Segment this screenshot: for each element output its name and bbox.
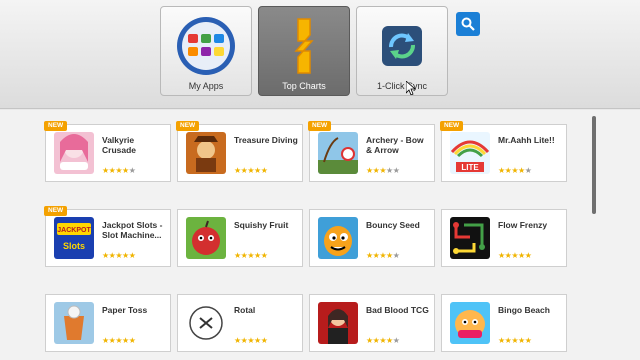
tab-label: Top Charts [282, 81, 326, 91]
app-name: Archery - Bow & Arrow [366, 135, 424, 155]
app-name: Rotal [234, 305, 256, 315]
rating-stars: ★★★★★ [102, 166, 136, 175]
top-navigation-bar: My Apps Top Charts 1-Click Sync [0, 0, 640, 109]
sync-icon [357, 25, 447, 67]
search-icon [461, 17, 475, 31]
app-thumbnail [318, 217, 358, 259]
app-name: Flow Frenzy [498, 220, 548, 230]
app-card-archery[interactable]: NEW Archery - Bow & Arrow ★★★★★ [308, 121, 435, 182]
app-thumbnail [450, 302, 490, 344]
rating-stars: ★★★★★ [366, 166, 400, 175]
app-card-squishy-fruit[interactable]: Squishy Fruit ★★★★★ [177, 209, 303, 267]
app-thumbnail: JACKPOT Slots [54, 217, 94, 259]
app-card-bad-blood-tcg[interactable]: Bad Blood TCG ★★★★★ [309, 294, 435, 352]
tab-top-charts[interactable]: Top Charts [258, 6, 350, 96]
app-name: Bouncy Seed [366, 220, 420, 230]
tab-my-apps[interactable]: My Apps [160, 6, 252, 96]
svg-text:Slots: Slots [63, 241, 85, 251]
new-badge: NEW [176, 121, 200, 131]
rating-stars: ★★★★★ [234, 251, 268, 260]
new-badge: NEW [440, 121, 464, 131]
rating-stars: ★★★★★ [102, 336, 136, 345]
app-card-treasure-diving[interactable]: NEW Treasure Diving ★★★★★ [176, 121, 303, 182]
tab-label: My Apps [188, 81, 224, 91]
tab-label: 1-Click Sync [376, 81, 427, 91]
app-name: Jackpot Slots - Slot Machine... [102, 220, 163, 240]
app-thumbnail: LITE [450, 132, 490, 174]
app-thumbnail [450, 217, 490, 259]
app-name: Treasure Diving [234, 135, 298, 145]
svg-text:JACKPOT: JACKPOT [57, 227, 91, 234]
new-badge: NEW [308, 121, 332, 131]
app-thumbnail [54, 302, 94, 344]
rating-stars: ★★★★★ [234, 166, 268, 175]
mouse-pointer-icon [406, 81, 416, 95]
grid-apps-icon [161, 15, 251, 77]
app-card-paper-toss[interactable]: Paper Toss ★★★★★ [45, 294, 171, 352]
rating-stars: ★★★★★ [498, 336, 532, 345]
rating-stars: ★★★★★ [102, 251, 136, 260]
rating-stars: ★★★★★ [498, 166, 532, 175]
new-badge: NEW [44, 121, 68, 131]
top-charts-icon [259, 15, 349, 77]
tab-one-click-sync[interactable]: 1-Click Sync [356, 6, 448, 96]
app-card-jackpot-slots[interactable]: JACKPOT Slots NEW Jackpot Slots - Slot Ma… [44, 206, 171, 267]
new-badge: NEW [44, 206, 68, 216]
app-thumbnail [54, 132, 94, 174]
app-card-valkyrie-crusade[interactable]: NEW Valkyrie Crusade ★★★★★ [44, 121, 171, 182]
app-name: Valkyrie Crusade [102, 135, 137, 155]
rating-stars: ★★★★★ [366, 336, 400, 345]
rating-stars: ★★★★★ [234, 336, 268, 345]
app-card-bingo-beach[interactable]: Bingo Beach ★★★★★ [441, 294, 567, 352]
app-thumbnail [186, 132, 226, 174]
app-name: Mr.Aahh Lite!! [498, 135, 555, 145]
app-name: Paper Toss [102, 305, 148, 315]
rating-stars: ★★★★★ [366, 251, 400, 260]
app-thumbnail [318, 132, 358, 174]
svg-text:LITE: LITE [461, 163, 479, 172]
app-name: Bad Blood TCG [366, 305, 429, 315]
app-card-rotal[interactable]: Rotal ★★★★★ [177, 294, 303, 352]
app-name: Squishy Fruit [234, 220, 289, 230]
app-thumbnail [186, 302, 226, 344]
app-name: Bingo Beach [498, 305, 550, 315]
rating-stars: ★★★★★ [498, 251, 532, 260]
app-card-mr-aahh-lite[interactable]: LITE NEW Mr.Aahh Lite!! ★★★★★ [440, 121, 567, 182]
app-thumbnail [318, 302, 358, 344]
search-button[interactable] [456, 12, 480, 36]
app-card-flow-frenzy[interactable]: Flow Frenzy ★★★★★ [441, 209, 567, 267]
scrollbar[interactable] [592, 116, 596, 214]
app-thumbnail [186, 217, 226, 259]
app-card-bouncy-seed[interactable]: Bouncy Seed ★★★★★ [309, 209, 435, 267]
